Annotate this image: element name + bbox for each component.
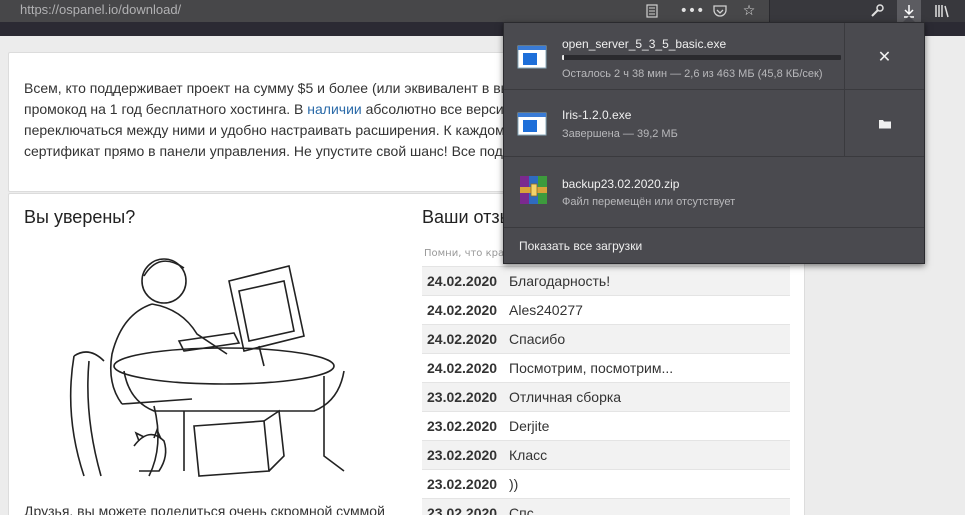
review-title[interactable]: Ales240277 [509,302,583,318]
left-heading: Вы уверены? [24,207,136,227]
download-status: Осталось 2 ч 38 мин — 2,6 из 463 МБ (45,… [562,68,823,80]
cancel-icon[interactable]: ✕ [844,23,924,89]
wrench-icon[interactable] [865,0,889,22]
folder-icon[interactable] [844,90,924,156]
review-date: 24.02.2020 [427,360,498,376]
review-title[interactable]: Посмотрим, посмотрим... [509,360,673,376]
review-row[interactable]: 24.02.2020 Спасибо [422,324,790,353]
review-row[interactable]: 23.02.2020 Derjite [422,411,790,440]
exe-file-icon [517,112,547,136]
download-item[interactable]: backup23.02.2020.zip Файл перемещён или … [504,157,924,224]
share-text: Друзья, вы можете поделиться очень скром… [24,503,385,515]
review-title[interactable]: Отличная сборка [509,389,621,405]
review-date: 23.02.2020 [427,389,498,405]
library-icon[interactable] [930,0,954,22]
review-date: 23.02.2020 [427,476,498,492]
review-title[interactable]: Спасибо [509,331,565,347]
bookmark-star-icon[interactable]: ☆ [737,0,761,22]
review-row[interactable]: 23.02.2020 Отличная сборка [422,382,790,411]
reviews-heading: Ваши отзы [422,207,513,227]
download-progress-bar [562,55,841,60]
more-icon[interactable]: ••• [680,0,705,22]
review-row[interactable]: 23.02.2020)) [422,469,790,498]
review-date: 24.02.2020 [427,273,498,289]
reviews-list: 24.02.2020 Благодарность! 24.02.2020 Ales2… [422,266,790,515]
review-title[interactable]: Спс [509,505,534,515]
archive-file-icon [520,176,547,204]
downloads-panel: open_server_5_3_5_basic.exe Осталось 2 ч… [503,22,925,264]
download-item[interactable]: Iris-1.2.0.exe Завершена — 39,2 МБ [504,90,924,157]
review-title[interactable]: )) [509,476,518,492]
download-filename: Iris-1.2.0.exe [562,108,632,122]
review-title[interactable]: Благодарность! [509,273,610,289]
review-date: 24.02.2020 [427,302,498,318]
download-filename: open_server_5_3_5_basic.exe [562,37,727,51]
browser-toolbar: https://ospanel.io/download/ ••• ☆ [0,0,965,22]
review-row[interactable]: 23.02.2020 Спс [422,498,790,515]
review-date: 23.02.2020 [427,447,498,463]
review-date: 23.02.2020 [427,418,498,434]
promo-line-start: промокод на 1 год бесплатного хостинга. … [24,101,308,117]
review-date: 23.02.2020 [427,505,498,515]
reader-view-icon[interactable] [640,0,664,22]
review-row[interactable]: 24.02.2020 Благодарность! [422,266,790,295]
url-text[interactable]: https://ospanel.io/download/ [20,2,181,17]
url-bar[interactable]: https://ospanel.io/download/ ••• ☆ [0,0,770,22]
review-title[interactable]: Класс [509,447,547,463]
reviews-hint: Помни, что кра [424,248,505,259]
exe-file-icon [517,45,547,69]
download-status: Завершена — 39,2 МБ [562,128,678,140]
pocket-icon[interactable] [708,0,732,22]
availability-link[interactable]: наличии [307,101,361,117]
download-progress-fill [562,55,564,60]
review-date: 24.02.2020 [427,331,498,347]
promo-line-end: абсолютно все версии [361,101,512,117]
download-item[interactable]: open_server_5_3_5_basic.exe Осталось 2 ч… [504,23,924,90]
review-title[interactable]: Derjite [509,418,549,434]
show-all-downloads-button[interactable]: Показать все загрузки [504,227,924,263]
review-row[interactable]: 23.02.2020 Класс [422,440,790,469]
download-filename: backup23.02.2020.zip [562,177,680,191]
download-status: Файл перемещён или отсутствует [562,196,736,208]
review-row[interactable]: 24.02.2020 Посмотрим, посмотрим... [422,353,790,382]
man-at-computer-illustration [69,258,345,477]
review-row[interactable]: 24.02.2020 Ales240277 [422,295,790,324]
